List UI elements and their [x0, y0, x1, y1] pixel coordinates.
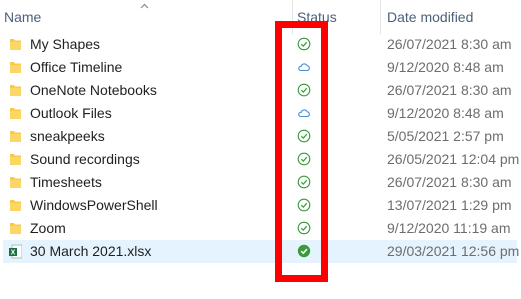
status-column-highlight-box — [275, 21, 328, 282]
file-name: Timesheets — [30, 174, 102, 190]
folder-icon — [10, 62, 21, 73]
file-name: My Shapes — [30, 36, 101, 52]
file-row[interactable]: Zoom 9/12/2020 11:19 am — [0, 217, 521, 240]
file-date-modified: 5/05/2021 2:57 pm — [387, 128, 504, 144]
folder-icon — [10, 154, 21, 165]
column-header-bar: Name Status Date modified — [0, 0, 521, 34]
file-row[interactable]: Timesheets 26/07/2021 8:30 am — [0, 171, 521, 194]
file-name: Office Timeline — [30, 59, 123, 75]
file-date-modified: 26/07/2021 8:30 am — [387, 36, 512, 52]
folder-icon — [10, 177, 21, 188]
file-name: Zoom — [30, 220, 66, 236]
svg-text:X: X — [11, 250, 16, 257]
file-date-modified: 9/12/2020 11:19 am — [387, 220, 511, 236]
folder-icon — [10, 39, 21, 50]
folder-icon — [10, 131, 21, 142]
file-row[interactable]: My Shapes 26/07/2021 8:30 am — [0, 33, 521, 56]
folder-icon — [10, 85, 21, 96]
file-name: Outlook Files — [30, 105, 112, 121]
file-name: sneakpeeks — [30, 128, 105, 144]
file-row[interactable]: Outlook Files 9/12/2020 8:48 am — [0, 102, 521, 125]
file-date-modified: 26/07/2021 8:30 am — [387, 82, 512, 98]
file-date-modified: 9/12/2020 8:48 am — [387, 105, 504, 121]
file-date-modified: 26/05/2021 12:04 pm — [387, 151, 520, 167]
file-row[interactable]: Sound recordings 26/05/2021 12:04 pm — [0, 148, 521, 171]
file-row[interactable]: Office Timeline 9/12/2020 8:48 am — [0, 56, 521, 79]
file-row[interactable]: WindowsPowerShell 13/07/2021 1:29 pm — [0, 194, 521, 217]
file-name: WindowsPowerShell — [30, 197, 158, 213]
file-name: 30 March 2021.xlsx — [30, 243, 152, 259]
file-date-modified: 26/07/2021 8:30 am — [387, 174, 512, 190]
file-row[interactable]: X 30 March 2021.xlsx 29/03/2021 12:56 pm — [3, 240, 520, 263]
file-name: Sound recordings — [30, 151, 140, 167]
excel-file-icon: X — [9, 244, 22, 259]
folder-icon — [10, 200, 21, 211]
folder-icon — [10, 223, 21, 234]
column-header-date-modified[interactable]: Date modified — [380, 0, 521, 34]
file-name: OneNote Notebooks — [30, 82, 157, 98]
folder-icon — [10, 108, 21, 119]
file-row[interactable]: sneakpeeks 5/05/2021 2:57 pm — [0, 125, 521, 148]
file-date-modified: 9/12/2020 8:48 am — [387, 59, 504, 75]
sort-chevron-icon[interactable] — [140, 2, 149, 11]
file-date-modified: 29/03/2021 12:56 pm — [387, 243, 520, 259]
file-date-modified: 13/07/2021 1:29 pm — [387, 197, 512, 213]
file-row[interactable]: OneNote Notebooks 26/07/2021 8:30 am — [0, 79, 521, 102]
